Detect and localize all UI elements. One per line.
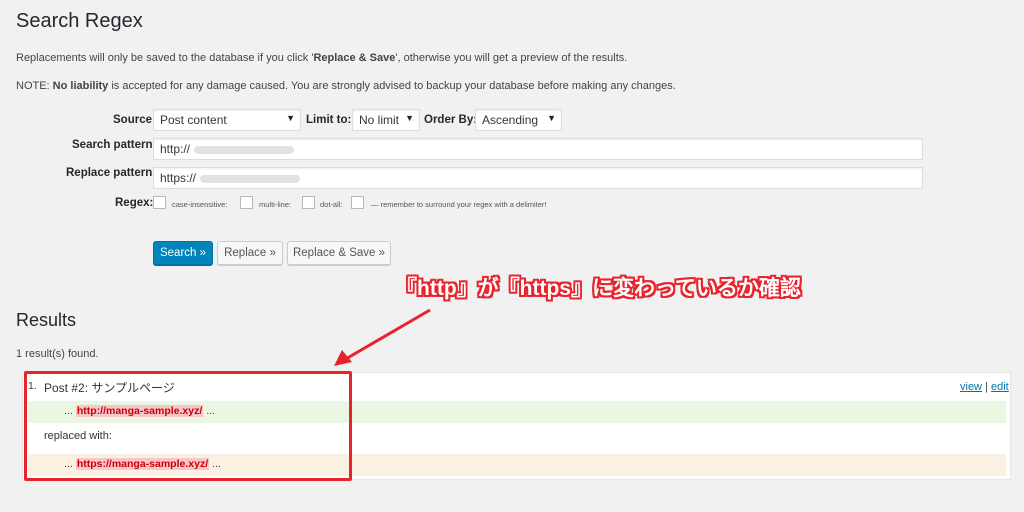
annotation-arrow-icon (334, 308, 431, 366)
note-text: NOTE: No liability is accepted for any d… (16, 80, 676, 92)
view-link[interactable]: view (960, 381, 982, 393)
orderby-select-value: Ascending (482, 113, 539, 127)
info-text: Replacements will only be saved to the d… (16, 52, 627, 64)
regex-checkbox[interactable] (153, 196, 166, 209)
case-insensitive-label: case-insensitive: (172, 200, 228, 209)
chevron-down-icon: ▼ (286, 113, 295, 123)
search-button[interactable]: Search » (153, 241, 213, 265)
chevron-down-icon: ▼ (547, 113, 556, 123)
info-bold: Replace & Save (313, 52, 396, 64)
source-select[interactable]: Post content ▼ (153, 109, 301, 131)
search-pattern-label: Search pattern (72, 139, 153, 151)
replace-pattern-input[interactable]: https:// (153, 167, 923, 189)
multiline-label: multi-line: (259, 200, 292, 209)
source-select-value: Post content (160, 113, 227, 127)
limit-select[interactable]: No limit ▼ (352, 109, 420, 131)
orderby-select[interactable]: Ascending ▼ (475, 109, 562, 131)
regex-label: Regex: (115, 197, 154, 209)
replace-pattern-value: https:// (160, 171, 197, 185)
dotall-label: dot-all: (320, 200, 343, 209)
chevron-down-icon: ▼ (405, 113, 414, 123)
results-count: 1 result(s) found. (16, 348, 99, 360)
regex-hint: — remember to surround your regex with a… (371, 200, 547, 209)
limit-label: Limit to: (306, 114, 352, 126)
note-suffix: is accepted for any damage caused. You a… (108, 80, 676, 92)
replace-button[interactable]: Replace » (217, 241, 283, 265)
highlight-box (24, 371, 352, 481)
dotall-checkbox[interactable] (351, 196, 364, 209)
multiline-checkbox[interactable] (302, 196, 315, 209)
limit-select-value: No limit (359, 113, 400, 127)
search-pattern-input[interactable]: http:// (153, 138, 923, 160)
search-pattern-value: http:// (160, 142, 191, 156)
note-bold: No liability (52, 80, 109, 92)
results-title: Results (16, 310, 77, 330)
orderby-label: Order By: (424, 114, 478, 126)
edit-link[interactable]: edit (991, 381, 1009, 393)
source-label: Source (113, 114, 152, 126)
result-actions: view | edit (960, 381, 1009, 393)
page-title: Search Regex (16, 10, 143, 32)
annotation-text: 『http』が『https』に変わっているか確認 (396, 277, 801, 300)
info-suffix: ', otherwise you will get a preview of t… (395, 52, 628, 64)
blurred-text (200, 174, 301, 183)
case-insensitive-checkbox[interactable] (240, 196, 253, 209)
blurred-text (194, 145, 295, 154)
replace-pattern-label: Replace pattern (66, 167, 153, 179)
action-separator: | (985, 381, 988, 393)
info-prefix: Replacements will only be saved to the d… (16, 52, 314, 64)
replace-save-button[interactable]: Replace & Save » (287, 241, 391, 265)
note-prefix: NOTE: (16, 80, 53, 92)
